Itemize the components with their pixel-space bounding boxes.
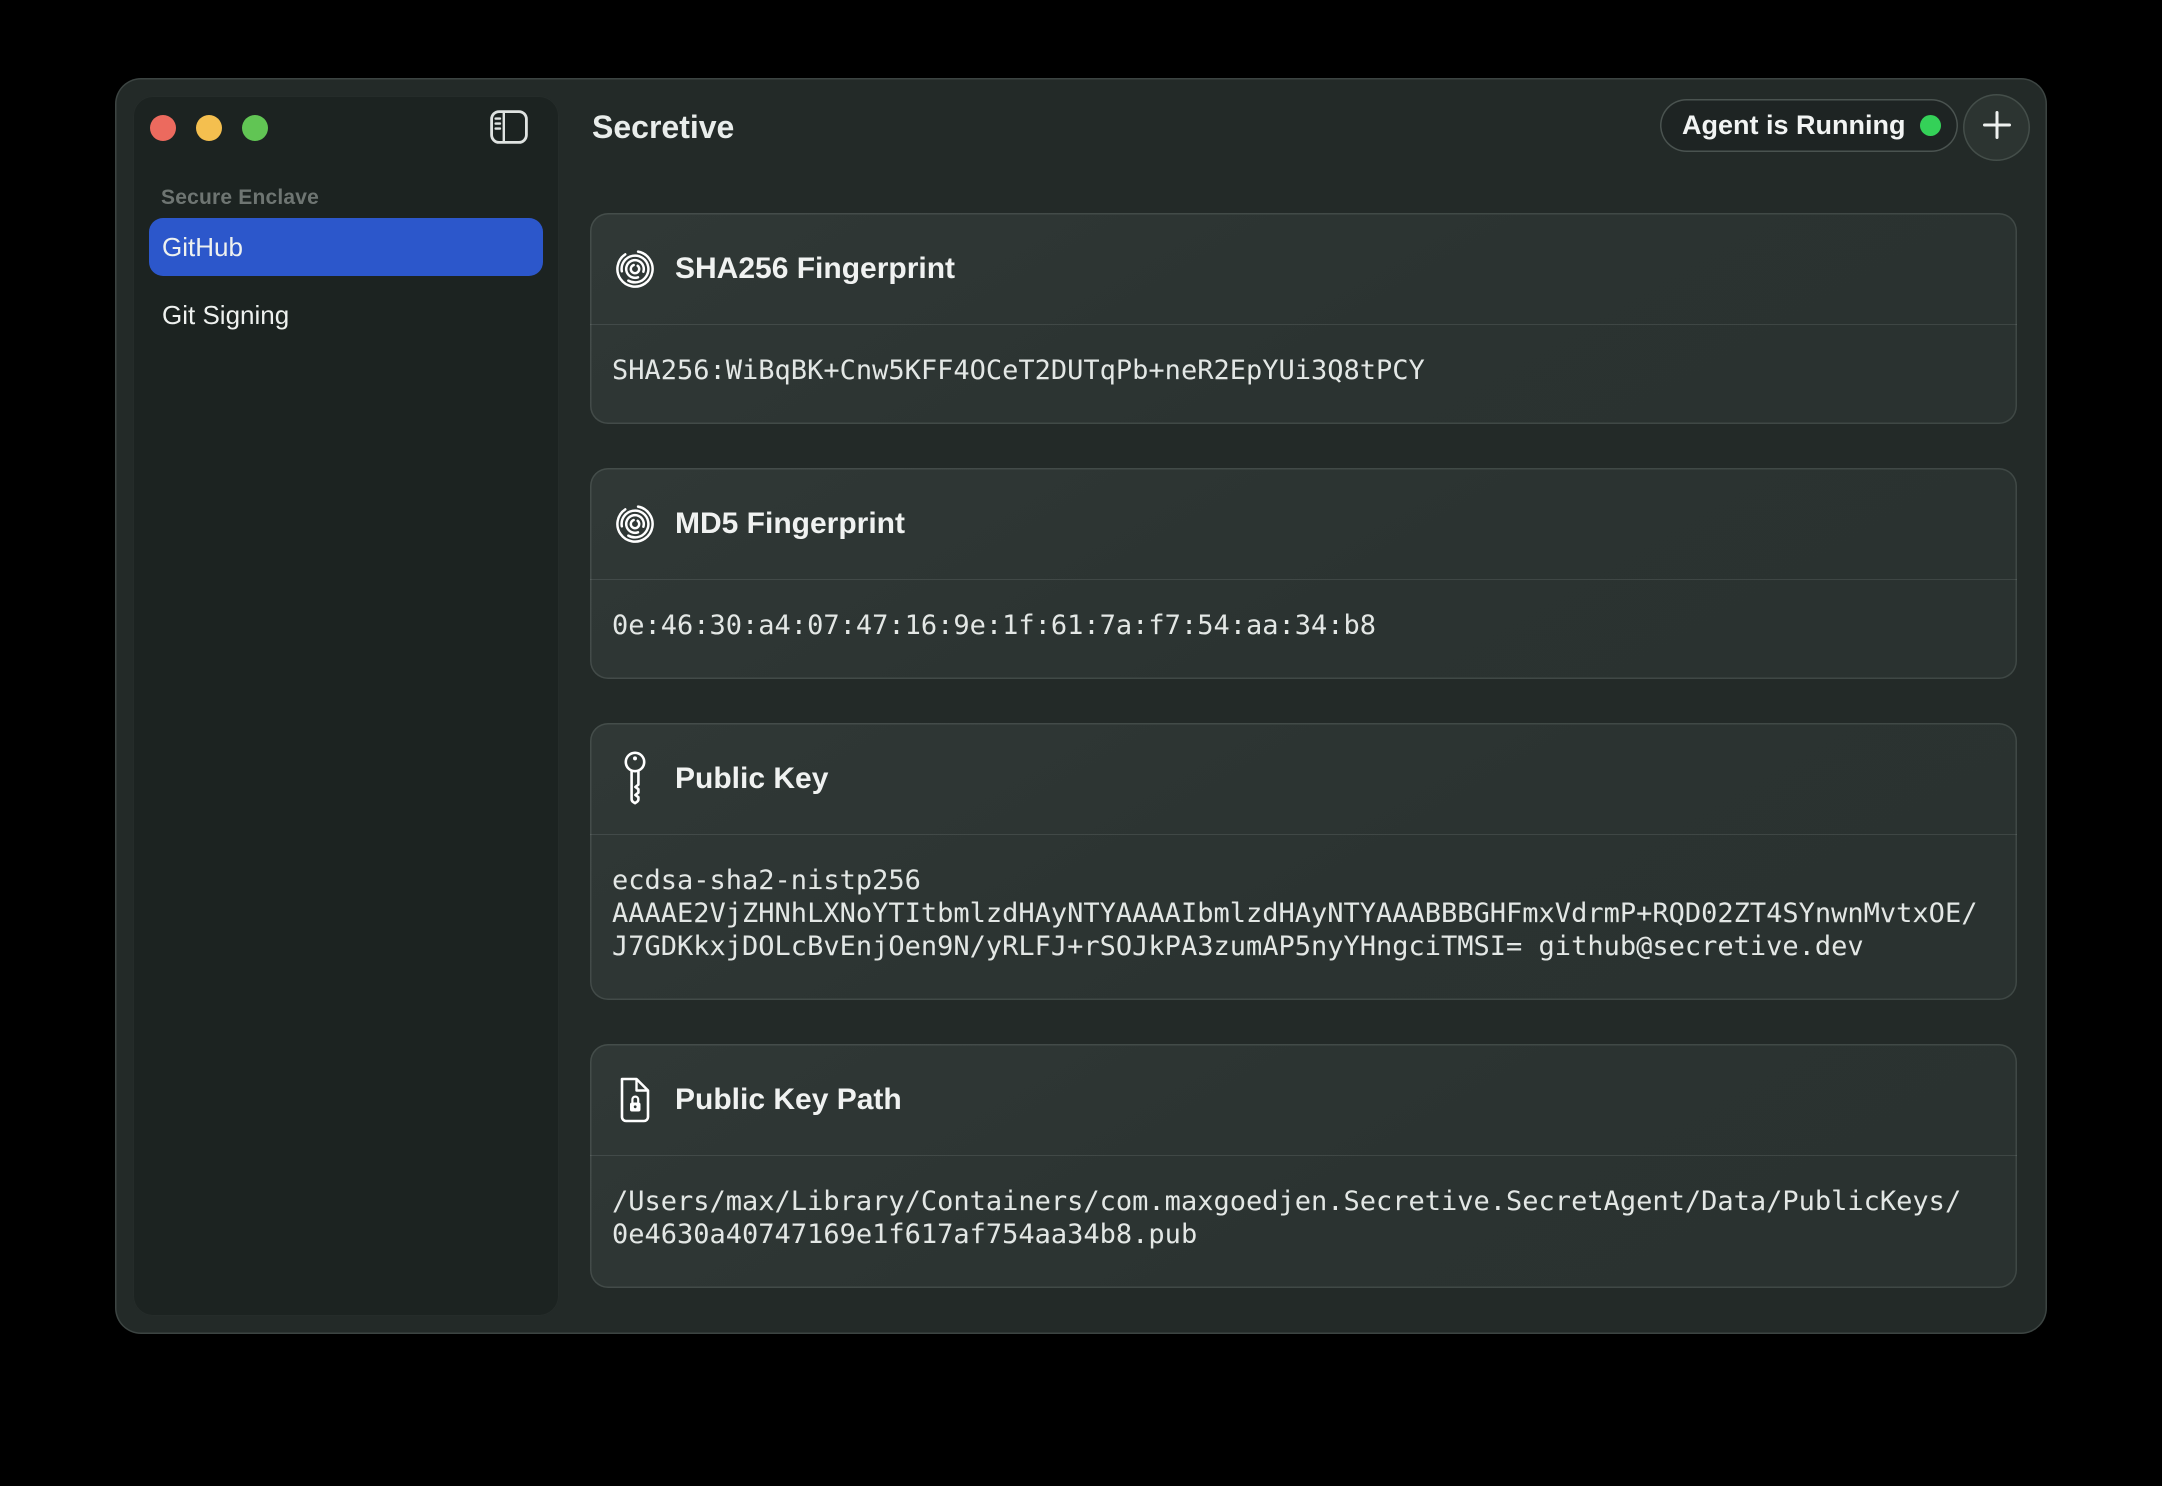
close-button[interactable] [150, 115, 176, 141]
sidebar-list: GitHub Git Signing [133, 218, 559, 354]
card-value: SHA256:WiBqBK+Cnw5KFF4OCeT2DUTqPb+neR2Ep… [590, 325, 2017, 424]
cards-container: SHA256 Fingerprint SHA256:WiBqBK+Cnw5KFF… [590, 213, 2017, 1288]
card-title: MD5 Fingerprint [675, 507, 905, 541]
doc-lock-icon [615, 1076, 655, 1124]
sidebar-section-label: Secure Enclave [161, 186, 319, 210]
card-value: ecdsa-sha2-nistp256AAAAE2VjZHNhLXNoYTItb… [590, 835, 2017, 1000]
status-dot [1920, 115, 1941, 136]
minimize-button[interactable] [196, 115, 222, 141]
card-title: Public Key [675, 762, 828, 796]
plus-icon [1980, 108, 2014, 147]
page-title: Secretive [592, 109, 734, 146]
add-key-button[interactable] [1963, 94, 2030, 161]
sidebar-item-github[interactable]: GitHub [149, 218, 543, 276]
card-header: Public Key [590, 723, 2017, 835]
fingerprint-icon [615, 247, 655, 291]
card-md5-fingerprint: MD5 Fingerprint 0e:46:30:a4:07:47:16:9e:… [590, 468, 2017, 679]
card-header: Public Key Path [590, 1044, 2017, 1156]
sidebar-item-git-signing[interactable]: Git Signing [149, 286, 543, 344]
sidebar-toggle-button[interactable] [483, 105, 535, 153]
card-header: MD5 Fingerprint [590, 468, 2017, 580]
card-value: 0e:46:30:a4:07:47:16:9e:1f:61:7a:f7:54:a… [590, 580, 2017, 679]
sidebar-toggle-icon [490, 110, 528, 149]
sidebar-item-label: GitHub [162, 232, 243, 263]
zoom-button[interactable] [242, 115, 268, 141]
card-sha256-fingerprint: SHA256 Fingerprint SHA256:WiBqBK+Cnw5KFF… [590, 213, 2017, 424]
sidebar: Secure Enclave GitHub Git Signing [133, 96, 559, 1316]
key-icon [615, 751, 655, 807]
app-window: Secure Enclave GitHub Git Signing Secret… [115, 78, 2047, 1334]
traffic-lights [150, 115, 268, 141]
desktop-background: { "window": { "app_title": "Secretive" }… [0, 0, 2162, 1486]
fingerprint-icon [615, 502, 655, 546]
agent-status-pill[interactable]: Agent is Running [1660, 99, 1958, 152]
card-title: SHA256 Fingerprint [675, 252, 955, 286]
agent-status-label: Agent is Running [1682, 110, 1905, 141]
card-header: SHA256 Fingerprint [590, 213, 2017, 325]
card-title: Public Key Path [675, 1083, 902, 1117]
card-value: /Users/max/Library/Containers/com.maxgoe… [590, 1156, 2017, 1288]
card-public-key-path: Public Key Path /Users/max/Library/Conta… [590, 1044, 2017, 1288]
card-public-key: Public Key ecdsa-sha2-nistp256AAAAE2VjZH… [590, 723, 2017, 1000]
sidebar-item-label: Git Signing [162, 300, 289, 331]
